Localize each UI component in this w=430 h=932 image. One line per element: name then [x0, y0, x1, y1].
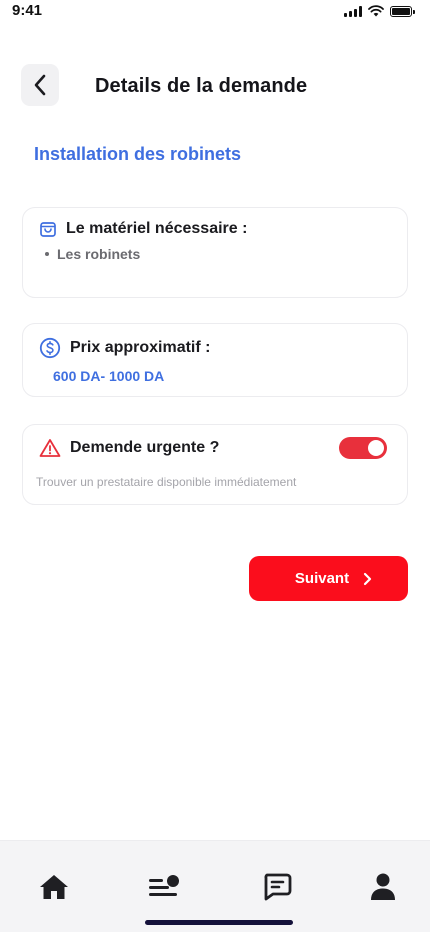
- next-button[interactable]: Suivant: [249, 556, 408, 601]
- wifi-icon: [368, 5, 384, 17]
- urgent-header: Demende urgente ?: [39, 438, 219, 458]
- header: Details de la demande: [0, 64, 430, 108]
- home-indicator: [145, 920, 293, 925]
- toggle-knob: [368, 440, 384, 456]
- prix-header: Prix approximatif :: [39, 337, 210, 359]
- page-title: Details de la demande: [95, 75, 308, 97]
- materiel-heading: Le matériel nécessaire :: [66, 220, 248, 237]
- chevron-left-icon: [34, 74, 46, 96]
- list-item: Les robinets: [45, 246, 140, 262]
- shopping-bag-icon: [40, 222, 56, 237]
- bottom-nav: [0, 840, 430, 932]
- nav-item-requests[interactable]: [144, 869, 184, 905]
- dollar-circle-icon: [39, 337, 61, 359]
- cellular-signal-icon: [344, 5, 362, 17]
- materiel-card: Le matériel nécessaire : Les robinets: [22, 207, 408, 298]
- next-button-label: Suivant: [294, 570, 350, 587]
- nav-item-home[interactable]: [34, 869, 74, 905]
- service-title: Installation des robinets: [34, 144, 242, 164]
- nav-item-profile[interactable]: [363, 869, 403, 905]
- materiel-header: Le matériel nécessaire :: [39, 220, 247, 238]
- status-time: 9:41: [12, 2, 43, 19]
- chevron-right-icon: [363, 572, 372, 585]
- list-badge-icon: [149, 875, 179, 896]
- price-value: 600 DA- 1000 DA: [53, 368, 165, 384]
- urgent-description: Trouver un prestataire disponible immédi…: [36, 475, 297, 489]
- status-bar: 9:41: [0, 0, 430, 24]
- prix-card: Prix approximatif : 600 DA- 1000 DA: [22, 323, 408, 397]
- user-icon: [371, 873, 395, 900]
- warning-triangle-icon: [39, 439, 61, 457]
- back-button[interactable]: [21, 64, 59, 106]
- battery-icon: [390, 5, 415, 17]
- home-icon: [40, 875, 68, 899]
- chat-icon: [264, 873, 292, 901]
- bullet-icon: [45, 252, 49, 256]
- prix-heading: Prix approximatif :: [70, 339, 211, 356]
- status-icons: [344, 5, 415, 17]
- urgent-card: Demende urgente ? Trouver un prestataire…: [22, 424, 408, 505]
- nav-item-messages[interactable]: [257, 869, 297, 905]
- materiel-item-label: Les robinets: [57, 246, 141, 262]
- urgent-heading: Demende urgente ?: [70, 439, 220, 456]
- urgent-toggle[interactable]: [339, 437, 387, 459]
